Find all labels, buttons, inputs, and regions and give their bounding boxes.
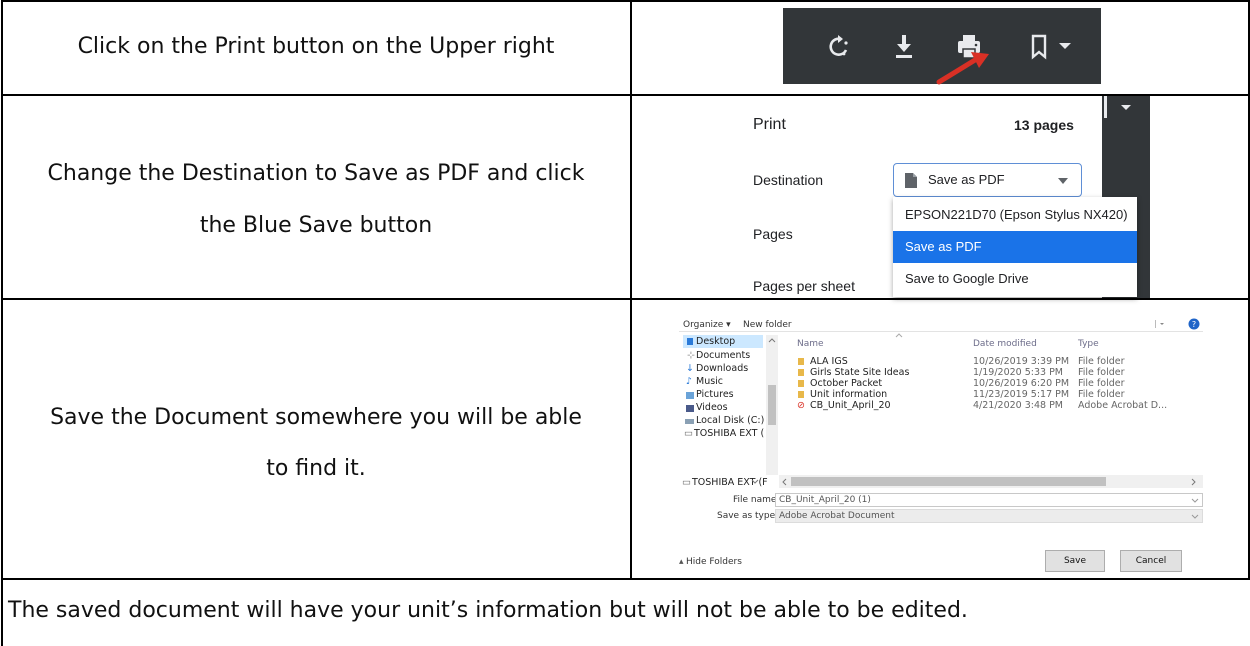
- table-border-left: [1, 0, 3, 646]
- nav-item-music[interactable]: Music: [696, 376, 723, 387]
- folder-icon: [798, 380, 804, 387]
- step-2-text-line-1: Change the Destination to Save as PDF an…: [47, 161, 585, 186]
- folder-icon: [798, 391, 804, 398]
- save-as-type-label: Save as type:: [717, 511, 779, 521]
- column-header-date[interactable]: Date modified: [973, 339, 1037, 349]
- destination-value: Save as PDF: [928, 172, 1005, 187]
- destination-select[interactable]: Save as PDF: [893, 163, 1082, 197]
- svg-text:?: ?: [1192, 320, 1196, 329]
- file-row-type: File folder: [1078, 367, 1125, 378]
- footer-note: The saved document will have your unit’s…: [8, 598, 968, 623]
- step-3-text-line-1: Save the Document somewhere you will be …: [50, 405, 582, 430]
- new-folder-button[interactable]: New folder: [743, 320, 792, 330]
- local-disk-icon: [685, 419, 694, 424]
- videos-icon: [686, 405, 694, 412]
- file-name-input[interactable]: CB_Unit_April_20 (1): [775, 493, 1203, 507]
- music-icon: ♪: [686, 376, 693, 387]
- step-3-text-line-2: to find it.: [266, 456, 366, 481]
- nav-item-pictures[interactable]: Pictures: [696, 389, 734, 400]
- cancel-button[interactable]: Cancel: [1120, 550, 1182, 572]
- hide-folders-link[interactable]: Hide Folders: [686, 557, 742, 567]
- chevron-down-icon: [1058, 178, 1068, 184]
- nav-item-documents[interactable]: Documents: [696, 350, 750, 361]
- print-dialog-title: Print: [753, 116, 786, 133]
- pages-per-sheet-label: Pages per sheet: [753, 278, 855, 294]
- nav-item-toshiba-1[interactable]: TOSHIBA EXT (: [694, 428, 764, 439]
- document-icon: [905, 173, 917, 188]
- file-row-date: 11/23/2019 5:17 PM: [973, 389, 1070, 400]
- destination-label: Destination: [753, 172, 824, 188]
- file-row-date: 4/21/2020 3:48 PM: [973, 400, 1064, 411]
- chevron-down-icon[interactable]: [1191, 514, 1199, 519]
- chevron-down-icon[interactable]: [1049, 30, 1081, 62]
- rotate-icon[interactable]: [823, 30, 855, 62]
- column-header-name[interactable]: Name: [797, 339, 824, 349]
- file-row-name[interactable]: October Packet: [810, 378, 882, 389]
- red-arrow-icon: [936, 52, 989, 85]
- table-border-middle: [630, 0, 632, 580]
- organize-button[interactable]: Organize ▾: [683, 320, 731, 330]
- table-row-divider-2: [1, 298, 1250, 300]
- desktop-icon: [687, 338, 693, 345]
- destination-dropdown-menu: EPSON221D70 (Epson Stylus NX420) Save as…: [893, 197, 1137, 297]
- save-file-dialog: Organize ▾ New folder ? Name Date modifi…: [679, 317, 1203, 575]
- file-row-type: File folder: [1078, 378, 1125, 389]
- nav-item-local-disk[interactable]: Local Disk (C:): [696, 415, 764, 426]
- file-row-type: File folder: [1078, 356, 1125, 367]
- file-row-type: Adobe Acrobat D...: [1078, 400, 1168, 411]
- toolbar-separator: [679, 331, 1203, 332]
- folder-icon: [798, 358, 804, 365]
- file-name-label: File name:: [733, 495, 780, 505]
- menu-item-epson[interactable]: EPSON221D70 (Epson Stylus NX420): [893, 199, 1137, 231]
- collapse-arrow-icon: ▴: [679, 557, 684, 567]
- file-row-name[interactable]: ALA IGS: [810, 356, 848, 367]
- save-as-type-select[interactable]: Adobe Acrobat Document: [775, 509, 1203, 523]
- scroll-up-icon[interactable]: [768, 337, 776, 343]
- chevron-down-icon[interactable]: [1191, 498, 1199, 503]
- menu-item-google-drive[interactable]: Save to Google Drive: [893, 263, 1137, 295]
- file-row-name[interactable]: Girls State Site Ideas: [810, 367, 909, 378]
- pdf-file-icon: ⊘: [797, 400, 805, 411]
- nav-item-videos[interactable]: Videos: [696, 402, 728, 413]
- scroll-down-icon[interactable]: [751, 479, 759, 485]
- table-border-top: [1, 0, 1250, 2]
- save-button[interactable]: Save: [1045, 550, 1105, 572]
- folder-icon: [798, 369, 804, 376]
- table-row-divider-3: [1, 578, 1250, 580]
- print-page-count: 13 pages: [1014, 117, 1074, 133]
- h-scrollbar-thumb[interactable]: [791, 477, 1106, 486]
- file-row-type: File folder: [1078, 389, 1125, 400]
- view-separator-icon: [1155, 320, 1164, 328]
- help-icon[interactable]: ?: [1188, 318, 1200, 330]
- scroll-left-icon[interactable]: [781, 478, 787, 486]
- drive-icon: ▭: [684, 428, 693, 439]
- download-icon[interactable]: [888, 30, 920, 62]
- file-row-date: 10/26/2019 6:20 PM: [973, 378, 1070, 389]
- bookmark-dropdown-icon: [1104, 96, 1131, 118]
- sort-caret-icon: [895, 333, 903, 338]
- drive-icon: ▭: [682, 477, 691, 488]
- nav-item-downloads[interactable]: Downloads: [696, 363, 748, 374]
- pages-label: Pages: [753, 226, 793, 242]
- nav-item-desktop[interactable]: Desktop: [696, 336, 735, 347]
- file-row-name[interactable]: Unit information: [810, 389, 887, 400]
- file-row-date: 10/26/2019 3:39 PM: [973, 356, 1070, 367]
- file-row-name[interactable]: CB_Unit_April_20: [810, 400, 891, 411]
- step-2-text-line-2: the Blue Save button: [199, 213, 433, 238]
- file-row-date: 1/19/2020 5:33 PM: [973, 367, 1064, 378]
- step-1-text: Click on the Print button on the Upper r…: [77, 34, 555, 59]
- menu-item-save-as-pdf[interactable]: Save as PDF: [893, 231, 1137, 263]
- downloads-icon: ↓: [686, 363, 694, 374]
- documents-icon: ⊹: [687, 350, 695, 361]
- column-header-type[interactable]: Type: [1078, 339, 1099, 349]
- pictures-icon: [686, 392, 694, 399]
- scroll-right-icon[interactable]: [1191, 478, 1197, 486]
- nav-scrollbar-thumb[interactable]: [768, 385, 776, 425]
